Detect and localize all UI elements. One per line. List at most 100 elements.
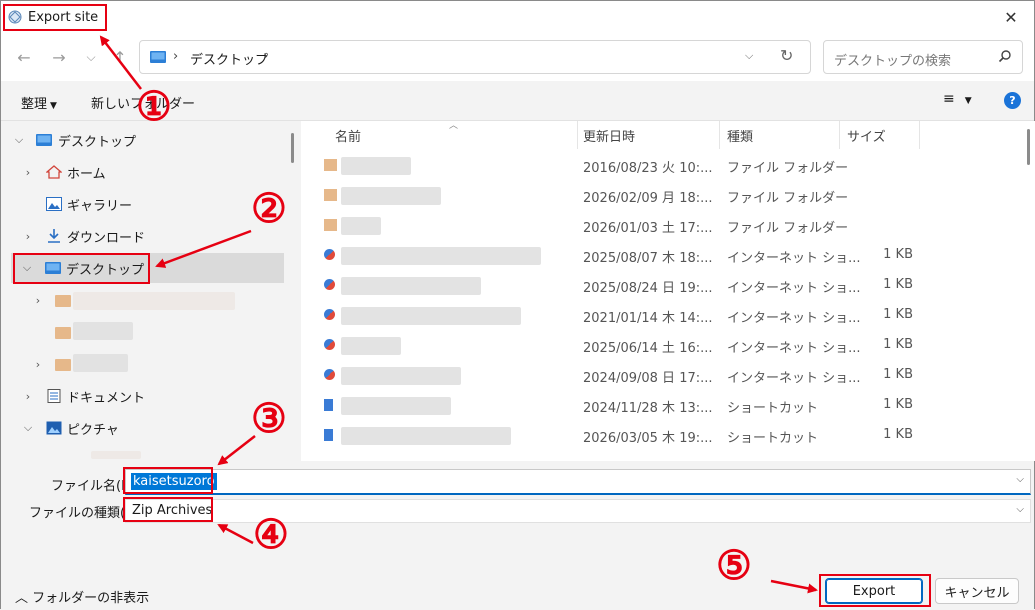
tree-label: ピクチャ xyxy=(67,422,119,438)
file-date: 2025/08/07 木 18:... xyxy=(583,251,713,266)
export-dialog: Export site ✕ ← → ⌵ ↑ › デスクトップ › ⌵ ↻ デスク… xyxy=(0,0,1035,610)
file-date: 2024/11/28 木 13:... xyxy=(583,401,713,416)
redacted-folder-name xyxy=(91,451,141,459)
file-type: インターネット ショ... xyxy=(727,251,861,266)
tree-item-subfolder[interactable]: › xyxy=(1,285,291,315)
up-button[interactable]: ↑ xyxy=(107,45,133,69)
tree-item-gallery[interactable]: ギャラリー xyxy=(1,189,291,219)
tree-item-subfolder[interactable]: › xyxy=(1,349,291,379)
folder-icon xyxy=(324,159,337,171)
file-date: 2016/08/23 火 10:... xyxy=(583,161,713,176)
redacted-file-name xyxy=(341,427,511,445)
file-date: 2025/08/24 日 19:... xyxy=(583,281,713,296)
file-row[interactable]: 2025/06/14 土 16:... インターネット ショ... 1 KB xyxy=(301,331,1021,361)
annotation-box-title xyxy=(3,4,107,31)
file-row[interactable]: 2016/08/23 火 10:... ファイル フォルダー xyxy=(301,151,1021,181)
close-button[interactable]: ✕ xyxy=(988,1,1034,33)
file-row[interactable]: 2026/02/09 月 18:... ファイル フォルダー xyxy=(301,181,1021,211)
tree-label: ドキュメント xyxy=(67,390,146,406)
filename-input[interactable]: kaisetsuzoro ⌵ xyxy=(125,469,1031,495)
title-bar: Export site ✕ xyxy=(1,1,1034,33)
tree-item-pictures[interactable]: ⌵ ピクチャ xyxy=(1,413,291,443)
forward-button[interactable]: → xyxy=(46,45,72,69)
column-divider[interactable] xyxy=(919,121,920,149)
recent-locations-button[interactable]: ⌵ xyxy=(78,45,104,69)
hide-folders-label: フォルダーの非表示 xyxy=(32,591,150,606)
file-type: インターネット ショ... xyxy=(727,371,861,386)
file-size: 1 KB xyxy=(883,247,913,262)
tree-item-subfolder[interactable] xyxy=(1,317,291,347)
redacted-file-name xyxy=(341,187,441,205)
chevron-down-icon[interactable]: ⌵ xyxy=(1016,474,1024,485)
gallery-icon xyxy=(46,197,62,211)
view-options-button[interactable]: ≡ ▼ xyxy=(943,91,972,107)
chevron-right-icon: › xyxy=(35,357,41,371)
cancel-button[interactable]: キャンセル xyxy=(935,578,1019,604)
tree-item-downloads[interactable]: › ダウンロード xyxy=(1,221,291,251)
close-icon: ✕ xyxy=(1004,7,1018,27)
file-row[interactable]: 2025/08/07 木 18:... インターネット ショ... 1 KB xyxy=(301,241,1021,271)
file-date: 2021/01/14 木 14:... xyxy=(583,311,713,326)
internet-shortcut-icon xyxy=(324,309,335,320)
annotation-number-1: ① xyxy=(136,83,172,130)
redacted-file-name xyxy=(341,307,521,325)
redacted-folder-name xyxy=(73,292,235,310)
chevron-down-icon: ⌵ xyxy=(23,421,33,434)
redacted-file-name xyxy=(341,367,461,385)
internet-shortcut-icon xyxy=(324,249,335,260)
column-header-size[interactable]: サイズ xyxy=(847,121,886,147)
caret-down-icon: ▼ xyxy=(50,101,57,111)
redacted-folder-name xyxy=(73,354,128,372)
file-row[interactable]: 2021/01/14 木 14:... インターネット ショ... 1 KB xyxy=(301,301,1021,331)
chevron-down-icon: ⌵ xyxy=(14,133,24,146)
forward-arrow-icon: → xyxy=(52,47,66,67)
column-divider[interactable] xyxy=(719,121,720,149)
nav-scrollbar[interactable] xyxy=(291,133,294,163)
column-divider[interactable] xyxy=(839,121,840,149)
file-size: 1 KB xyxy=(883,397,913,412)
file-list-scrollbar[interactable] xyxy=(1027,129,1030,165)
file-type: インターネット ショ... xyxy=(727,341,861,356)
annotation-box-desktop xyxy=(13,253,150,284)
column-header-type[interactable]: 種類 xyxy=(727,121,753,147)
organize-button[interactable]: 整理 ▼ xyxy=(21,93,57,112)
file-type: インターネット ショ... xyxy=(727,281,861,296)
search-placeholder: デスクトップの検索 xyxy=(834,54,952,69)
file-date: 2026/02/09 月 18:... xyxy=(583,191,713,206)
chevron-up-icon: ︿ xyxy=(15,591,33,606)
folder-icon xyxy=(324,189,337,201)
column-header-date[interactable]: 更新日時 xyxy=(583,121,635,147)
help-icon[interactable]: ? xyxy=(1004,92,1021,109)
file-type: ファイル フォルダー xyxy=(727,221,849,236)
file-row[interactable]: 2024/11/28 木 13:... ショートカット 1 KB xyxy=(301,391,1021,421)
file-row[interactable]: 2025/08/24 日 19:... インターネット ショ... 1 KB xyxy=(301,271,1021,301)
address-bar[interactable]: › デスクトップ › ⌵ ↻ xyxy=(139,40,811,74)
annotation-number-4: ④ xyxy=(253,511,289,558)
shortcut-icon xyxy=(324,399,333,411)
annotation-number-2: ② xyxy=(251,185,287,232)
file-row[interactable]: 2026/01/03 土 17:... ファイル フォルダー xyxy=(301,211,1021,241)
file-type: インターネット ショ... xyxy=(727,311,861,326)
column-header-name[interactable]: 名前 xyxy=(335,121,361,147)
back-button[interactable]: ← xyxy=(11,45,37,69)
refresh-icon[interactable]: ↻ xyxy=(780,46,793,65)
search-box[interactable]: デスクトップの検索 xyxy=(823,40,1023,74)
tree-item-home[interactable]: › ホーム xyxy=(1,157,291,187)
tree-item-documents[interactable]: › ドキュメント xyxy=(1,381,291,411)
desktop-icon xyxy=(36,134,52,146)
column-divider[interactable] xyxy=(577,121,578,149)
internet-shortcut-icon xyxy=(324,369,335,380)
tree-label: ホーム xyxy=(67,166,106,182)
redacted-file-name xyxy=(341,247,541,265)
chevron-right-icon: › xyxy=(25,165,31,179)
hide-folders-toggle[interactable]: ︿ フォルダーの非表示 xyxy=(15,587,149,606)
file-date: 2026/01/03 土 17:... xyxy=(583,221,713,236)
address-dropdown-icon[interactable]: ⌵ xyxy=(745,49,753,63)
breadcrumb-separator-icon: › xyxy=(173,49,179,64)
folder-icon xyxy=(55,295,71,307)
file-list: 名前 ︿ 更新日時 種類 サイズ 2016/08/23 火 10:... ファイル… xyxy=(301,121,1035,461)
file-date: 2025/06/14 土 16:... xyxy=(583,341,713,356)
file-row[interactable]: 2026/03/05 木 19:... ショートカット 1 KB xyxy=(301,421,1021,451)
breadcrumb-desktop[interactable]: デスクトップ xyxy=(190,49,268,68)
file-row[interactable]: 2024/09/08 日 17:... インターネット ショ... 1 KB xyxy=(301,361,1021,391)
